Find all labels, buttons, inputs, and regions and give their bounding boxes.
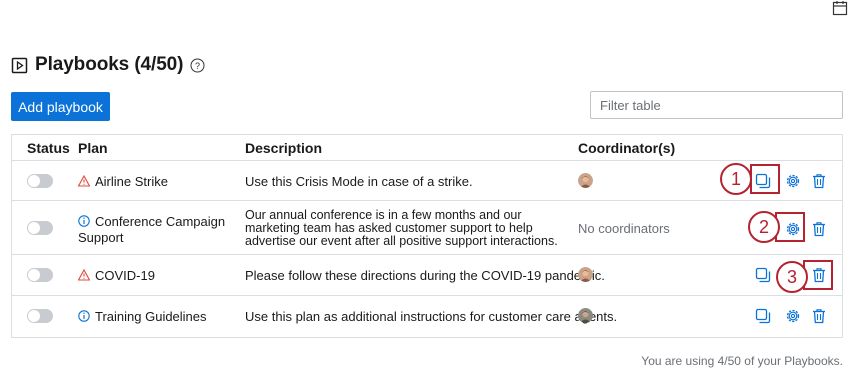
avatar [578, 267, 593, 282]
plan-name[interactable]: Airline Strike [95, 174, 168, 189]
table-row: Training Guidelines Use this plan as add… [12, 296, 842, 337]
avatar [578, 173, 593, 188]
plan-cell: Training Guidelines [78, 309, 207, 324]
add-playbook-button[interactable]: Add playbook [11, 92, 110, 121]
playbooks-table: Status Plan Description Coordinator(s) A… [11, 134, 843, 338]
description-cell: Our annual conference is in a few months… [245, 208, 558, 248]
column-header-status: Status [27, 140, 70, 156]
help-icon[interactable]: ? [190, 58, 205, 73]
warning-icon [78, 175, 90, 187]
status-toggle[interactable] [27, 309, 53, 323]
usage-footer: You are using 4/50 of your Playbooks. [641, 354, 843, 368]
duplicate-icon[interactable] [755, 308, 771, 324]
column-header-description: Description [245, 140, 323, 156]
plan-name[interactable]: Conference Campaign Support [78, 214, 225, 245]
trash-icon[interactable] [811, 308, 827, 324]
table-row: Conference Campaign Support Our annual c… [12, 201, 842, 255]
info-icon [78, 310, 90, 322]
status-toggle[interactable] [27, 268, 53, 282]
coordinator-text: No coordinators [578, 221, 670, 236]
table-header: Status Plan Description Coordinator(s) [12, 135, 842, 161]
trash-icon[interactable] [811, 173, 827, 189]
callout-highlight-duplicate [750, 164, 780, 194]
settings-gear-icon[interactable] [785, 308, 801, 324]
description-cell: Please follow these directions during th… [245, 268, 605, 283]
plan-cell: COVID-19 [78, 268, 155, 283]
status-toggle[interactable] [27, 221, 53, 235]
table-row: COVID-19 Please follow these directions … [12, 255, 842, 296]
description-cell: Use this Crisis Mode in case of a strike… [245, 174, 473, 189]
plan-name[interactable]: Training Guidelines [95, 309, 207, 324]
avatar [578, 308, 593, 323]
table-row: Airline Strike Use this Crisis Mode in c… [12, 161, 842, 201]
callout-number-1: 1 [720, 163, 752, 195]
trash-icon[interactable] [811, 221, 827, 237]
plan-name[interactable]: COVID-19 [95, 268, 155, 283]
playbook-icon [11, 57, 28, 73]
callout-number-2: 2 [748, 211, 780, 243]
info-icon [78, 215, 90, 227]
filter-input[interactable] [590, 91, 843, 119]
plan-cell: Airline Strike [78, 174, 168, 189]
column-header-coordinators: Coordinator(s) [578, 140, 676, 156]
page-header: Playbooks (4/50) ? [11, 53, 205, 77]
calendar-icon[interactable] [832, 0, 848, 16]
description-cell: Use this plan as additional instructions… [245, 309, 618, 324]
svg-text:?: ? [195, 61, 200, 71]
status-toggle[interactable] [27, 174, 53, 188]
page-title: Playbooks (4/50) [35, 54, 184, 75]
warning-icon [78, 269, 90, 281]
duplicate-icon[interactable] [755, 267, 771, 283]
settings-gear-icon[interactable] [785, 173, 801, 189]
callout-number-3: 3 [776, 261, 808, 293]
plan-cell: Conference Campaign Support [78, 214, 228, 246]
column-header-plan: Plan [78, 140, 108, 156]
